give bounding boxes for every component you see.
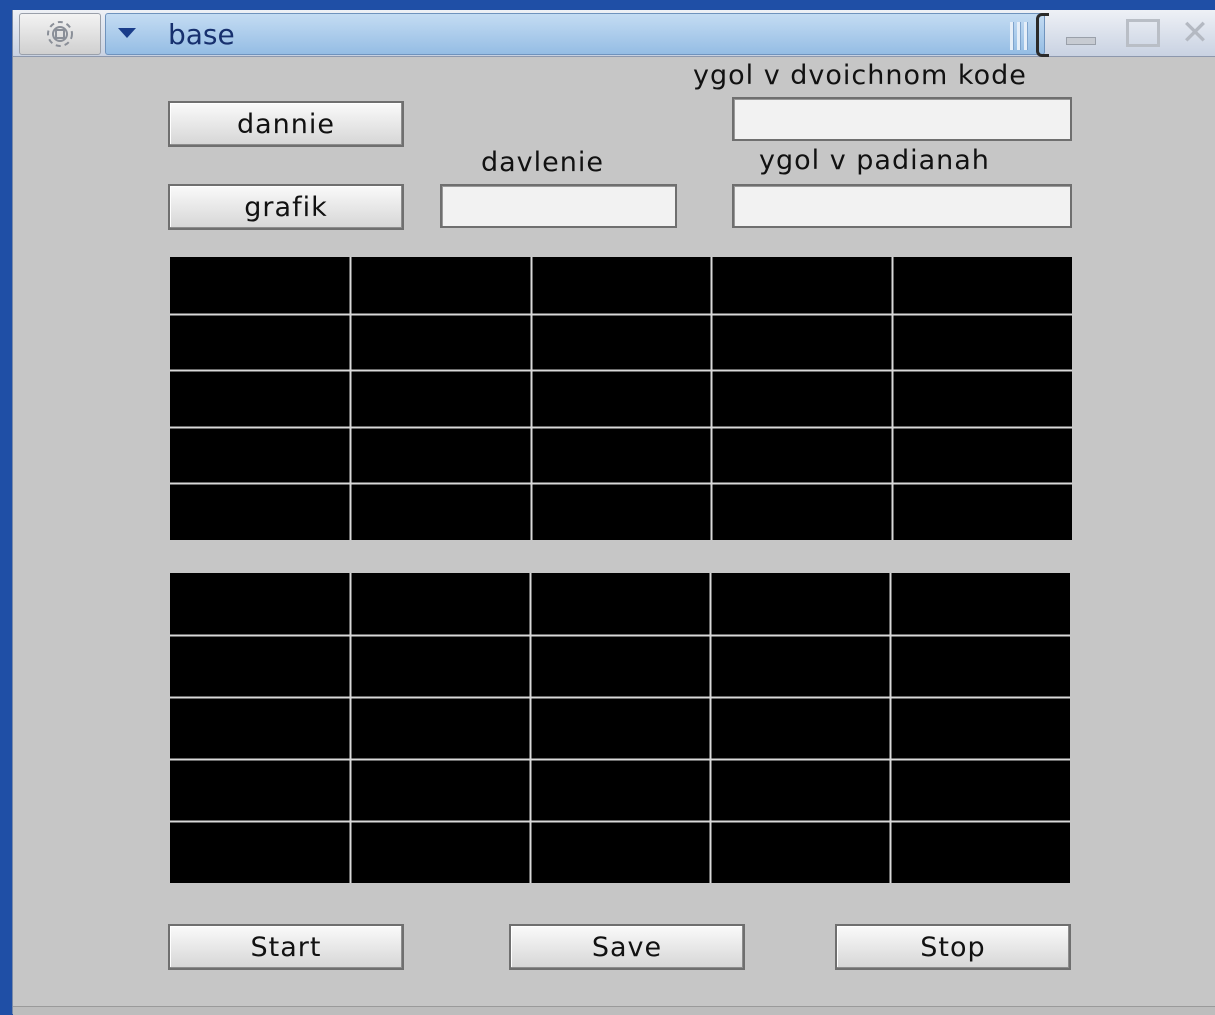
title-grip — [1010, 22, 1034, 50]
chevron-down-icon[interactable] — [118, 28, 136, 38]
plot-background — [170, 257, 1072, 540]
close-icon: ✕ — [1180, 13, 1210, 53]
plot-background — [170, 573, 1070, 883]
radian-angle-field[interactable] — [732, 184, 1072, 228]
app-window: base ✕ dannie grafik ygol v dvoichnom ko… — [12, 10, 1215, 1015]
binary-angle-label: ygol v dvoichnom kode — [693, 60, 1027, 91]
gear-icon — [47, 21, 73, 47]
minimize-button[interactable] — [1059, 14, 1103, 52]
binary-angle-field[interactable] — [732, 97, 1072, 141]
bottom-plot — [170, 573, 1070, 883]
title-bar[interactable]: base ✕ — [13, 10, 1215, 57]
window-title: base — [168, 18, 235, 51]
stop-button[interactable]: Stop — [835, 924, 1071, 970]
top-plot — [170, 257, 1072, 540]
window-menu-button[interactable] — [19, 13, 101, 55]
grafik-button[interactable]: grafik — [168, 184, 404, 230]
maximize-icon — [1126, 19, 1160, 47]
pressure-label: davlenie — [481, 147, 605, 178]
maximize-button[interactable] — [1121, 14, 1165, 52]
title-area[interactable]: base — [105, 13, 1045, 55]
start-button[interactable]: Start — [168, 924, 404, 970]
radian-angle-label: ygol v padianah — [759, 145, 990, 176]
pressure-field[interactable] — [440, 184, 677, 228]
dannie-button[interactable]: dannie — [168, 101, 404, 147]
close-button[interactable]: ✕ — [1173, 14, 1215, 52]
title-bracket — [1036, 13, 1049, 57]
save-button[interactable]: Save — [509, 924, 745, 970]
minimize-icon — [1066, 37, 1096, 45]
